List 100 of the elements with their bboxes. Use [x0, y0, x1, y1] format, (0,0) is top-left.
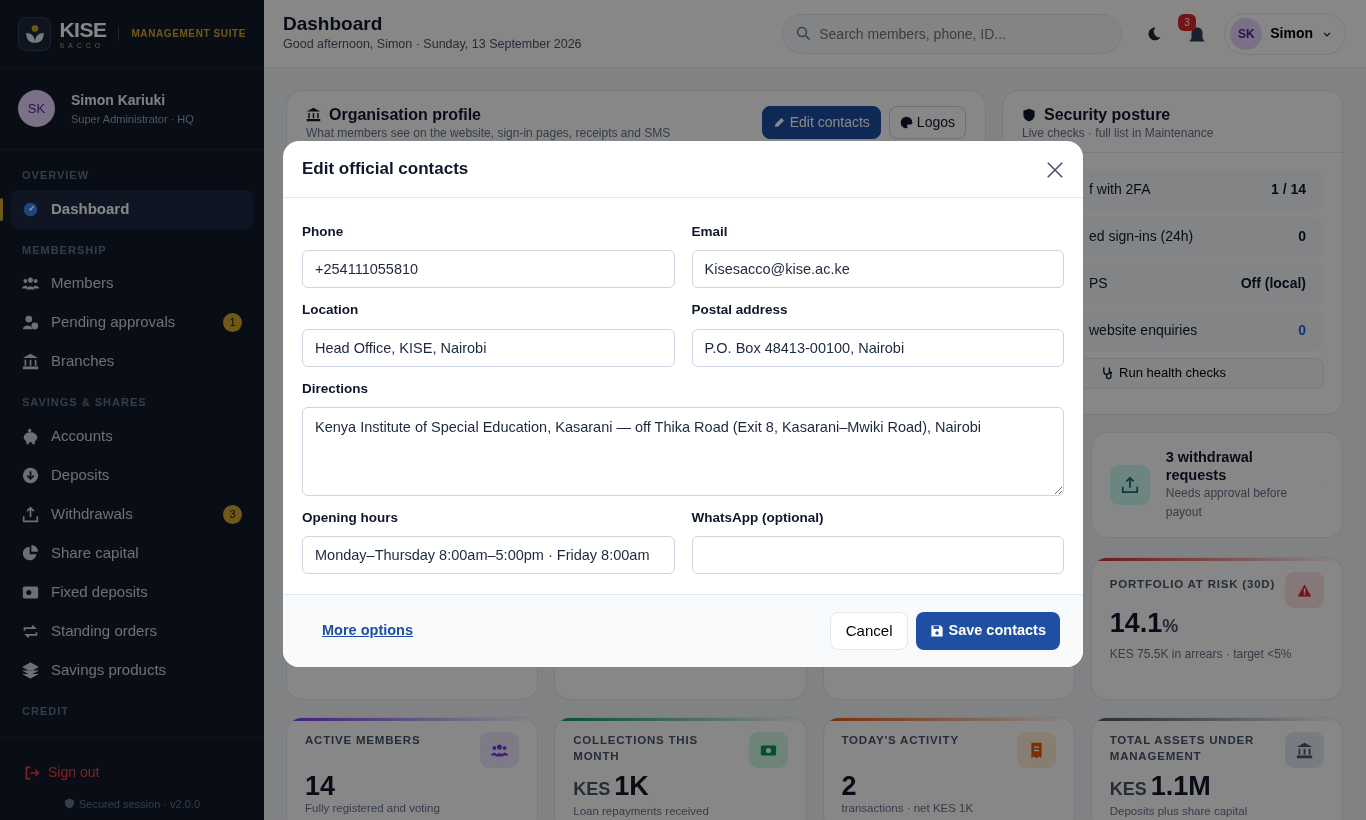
check-label: PS — [1088, 274, 1108, 294]
brand-name: KISE — [59, 18, 107, 40]
text-field[interactable]: Monday–Thursday 8:00am–5:00pm · Friday 8:00am — [302, 536, 675, 574]
layers-icon — [22, 661, 39, 679]
search-field[interactable]: Search members, phone, ID... — [782, 13, 1123, 54]
bank-icon — [306, 107, 321, 123]
shield-icon — [1022, 107, 1036, 122]
stat-label: TOTAL ASSETS UNDER MANAGEMENT — [1109, 733, 1256, 764]
nav-item[interactable]: Savings products — [11, 650, 253, 690]
stat-label: COLLECTIONS THIS MONTH — [573, 733, 699, 764]
bank-icon — [22, 353, 39, 370]
nav-item[interactable]: Deposits — [11, 455, 253, 495]
field-label: Phone — [302, 223, 345, 241]
user-clock-icon — [22, 314, 39, 331]
nav-item[interactable]: Members — [11, 264, 253, 303]
cancel-button[interactable]: Cancel — [829, 612, 909, 650]
text-field[interactable]: Kisesacco@kise.ac.ke — [691, 250, 1064, 289]
logo-icon — [18, 16, 52, 51]
sign-out-icon — [24, 764, 40, 781]
card-title: Security posture — [1044, 106, 1171, 124]
save-button[interactable]: Save contacts — [916, 612, 1060, 650]
stat-label: PORTFOLIO AT RISK (30D) — [1109, 577, 1276, 592]
alert-title: 3 withdrawal requests — [1165, 447, 1254, 484]
field-label: Directions — [302, 379, 370, 398]
text-field[interactable]: Head Office, KISE, Nairobi — [302, 328, 675, 367]
field-label: WhatsApp (optional) — [691, 508, 825, 527]
stat-label: ACTIVE MEMBERS — [305, 733, 421, 748]
suite-label: MANAGEMENT SUITE — [118, 26, 246, 41]
user-name: Simon Kariuki — [71, 90, 167, 110]
check-label: f with 2FA — [1088, 180, 1151, 200]
piggy-bank-icon — [22, 427, 39, 445]
stat-value: 14 — [305, 773, 336, 800]
bank-icon — [1296, 741, 1313, 759]
stethoscope-icon — [1101, 366, 1115, 381]
repeat-icon — [22, 622, 39, 640]
user-menu-button[interactable]: SK Simon — [1224, 12, 1346, 55]
field-label: Location — [302, 301, 360, 320]
moon-icon — [1146, 26, 1163, 43]
card-title: Organisation profile — [329, 106, 481, 124]
nav-item[interactable]: Standing orders — [11, 611, 253, 651]
stat-note: transactions · net KES 1K — [841, 802, 975, 815]
check-value: 1 / 14 — [1270, 180, 1306, 200]
logos-button[interactable]: Logos — [888, 106, 966, 139]
pie-chart-icon — [22, 544, 39, 562]
palette-icon — [899, 116, 913, 129]
check-label: ed sign-ins (24h) — [1088, 227, 1194, 247]
save-icon — [930, 624, 945, 638]
check-value: 0 — [1298, 227, 1306, 247]
shield-icon — [63, 798, 75, 810]
nav-item[interactable]: Pending approvals 1 — [11, 303, 253, 342]
pencil-icon — [772, 116, 786, 129]
stat-label: TODAY'S ACTIVITY — [841, 733, 959, 748]
notification-count: 3 — [1178, 13, 1196, 31]
upload-icon — [22, 505, 39, 523]
page-title: Dashboard — [283, 13, 384, 35]
field-label: Opening hours — [302, 508, 399, 527]
stat-value: 2 — [841, 773, 857, 800]
edit-button[interactable]: Edit contacts — [761, 106, 881, 139]
nav-item[interactable]: Accounts — [11, 416, 253, 456]
alert-card[interactable]: 3 withdrawal requests Needs approval before payout — [1090, 432, 1343, 538]
count-badge: 1 — [223, 313, 242, 332]
currency-label: KES — [573, 778, 611, 801]
user-avatar: SK — [18, 90, 55, 127]
stat-note: Deposits plus share capital — [1109, 805, 1249, 818]
warning-icon — [1285, 572, 1324, 608]
modal-title: Edit official contacts — [302, 158, 469, 181]
stat-note: Loan repayments received — [573, 805, 710, 818]
currency-label: KES — [1109, 778, 1147, 801]
stat-note: KES 75.5K in arrears · target <5% — [1109, 648, 1293, 661]
search-icon — [796, 25, 812, 41]
check-value: 0 — [1298, 321, 1306, 341]
users-icon — [22, 275, 39, 292]
stat-note: Fully registered and voting — [305, 802, 441, 815]
text-field[interactable] — [691, 536, 1064, 574]
directions-field[interactable]: Kenya Institute of Special Education, Kasarani — off Thika Road (Exit 8, Kasarani–Mwiki Road), Nairobi — [302, 406, 1064, 496]
field-label: Email — [691, 223, 729, 241]
stat-unit: % — [1162, 616, 1179, 636]
upload-icon — [1109, 465, 1150, 505]
stat-value: 1K — [614, 773, 649, 800]
alert-text: Needs approval before payout — [1165, 484, 1289, 522]
count-badge: 3 — [223, 504, 242, 524]
user-avatar: SK — [1230, 17, 1263, 50]
download-circle-icon — [22, 466, 39, 484]
text-field[interactable]: P.O. Box 48413-00100, Nairobi — [691, 328, 1064, 367]
stat-value: 1.1M — [1150, 773, 1211, 800]
card-subtitle: Live checks · full list in Maintenance — [1022, 124, 1215, 142]
user-role: Super Administrator · HQ — [71, 111, 194, 127]
nav-item[interactable]: Fixed deposits — [11, 572, 253, 612]
more-options-link[interactable]: More options — [322, 620, 414, 642]
card-subtitle: What members see on the website, sign-in pages, receipts and SMS — [306, 124, 671, 142]
page-subtitle: Good afternoon, Simon · Sunday, 13 September 2026 — [283, 35, 582, 53]
check-value: Off (local) — [1240, 274, 1306, 294]
check-label: website enquiries — [1088, 321, 1198, 341]
gauge-icon — [22, 200, 39, 218]
field-label: Postal address — [691, 301, 789, 320]
nav-item[interactable]: Share capital — [11, 533, 253, 573]
text-field[interactable]: +254111055810 — [302, 250, 675, 289]
stat-value: 14.1 — [1109, 608, 1163, 638]
nav-item[interactable]: Withdrawals 3 — [11, 494, 253, 534]
nav-item[interactable]: Branches — [11, 342, 253, 381]
